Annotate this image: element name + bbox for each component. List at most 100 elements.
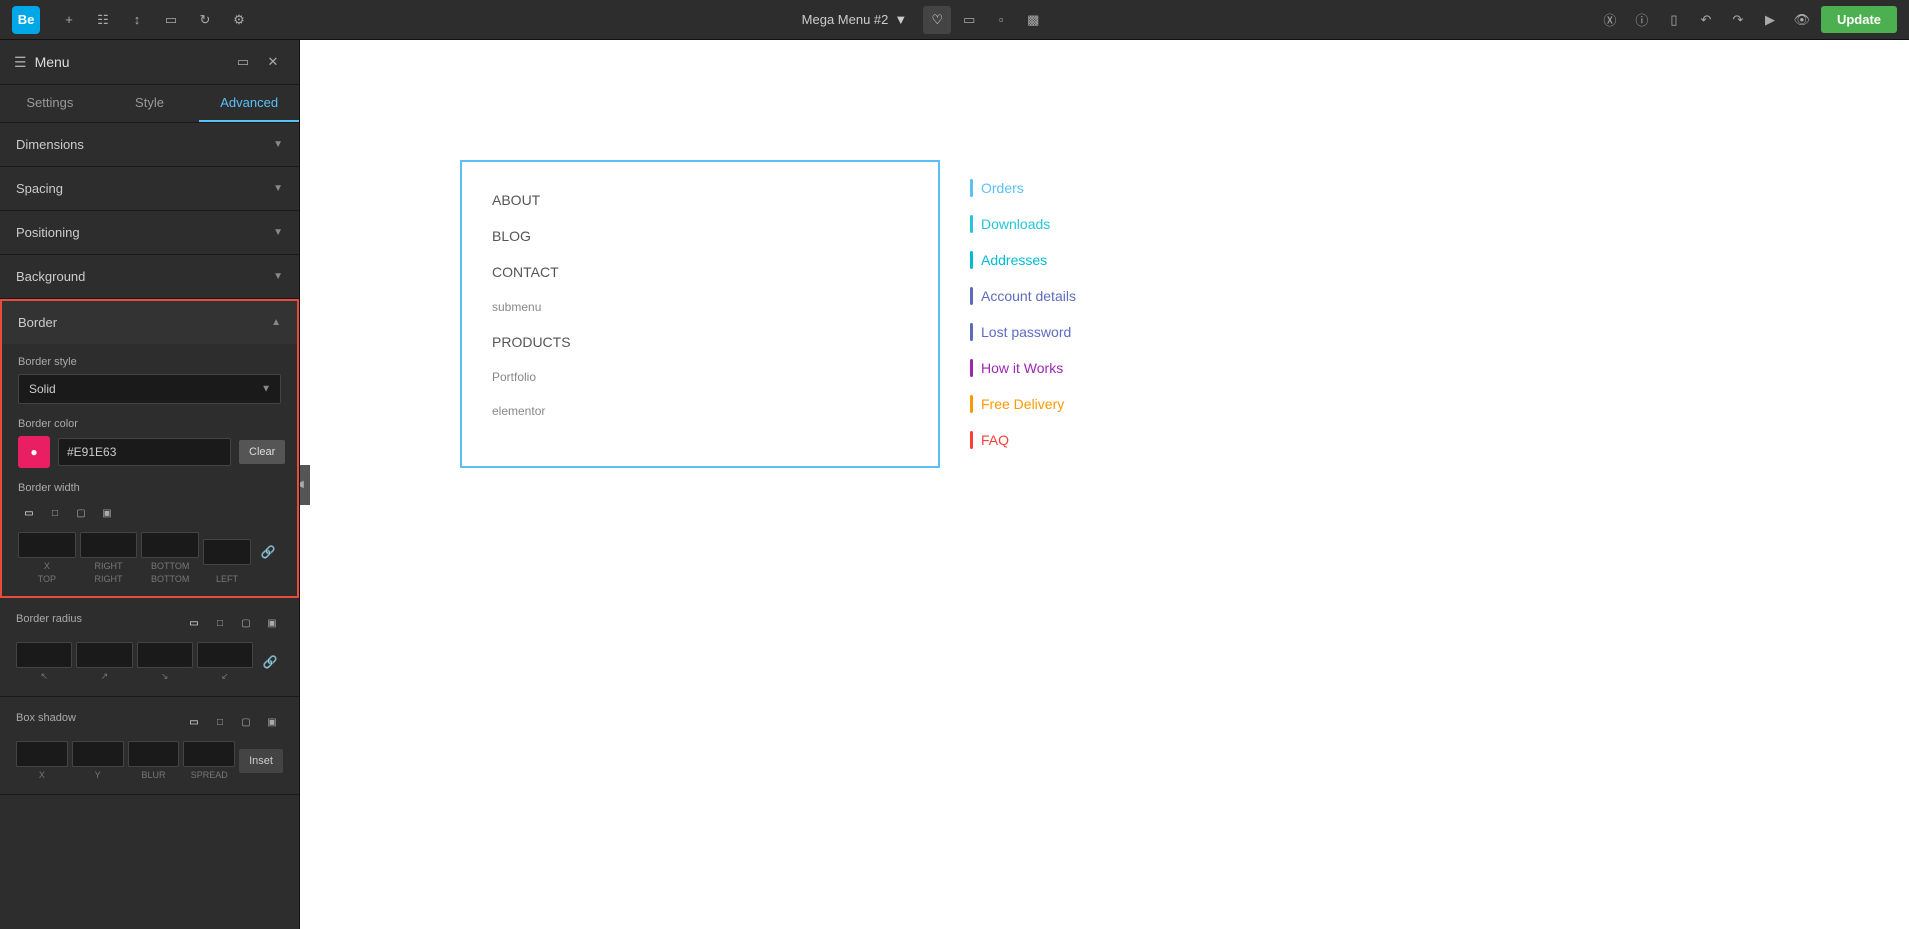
menu-item-about[interactable]: ABOUT — [492, 182, 908, 218]
radius-tl-input[interactable] — [16, 642, 72, 668]
clear-color-button[interactable]: Clear — [239, 440, 285, 464]
swap-icon[interactable]: ↕ — [124, 7, 150, 33]
settings-icon[interactable]: ⚙ — [226, 7, 252, 33]
shadow-y-input[interactable] — [72, 741, 124, 767]
menu-right-downloads-text: Downloads — [981, 216, 1050, 232]
expand-icon[interactable]: ▭ — [231, 50, 255, 74]
border-style-select[interactable]: Default None Solid Double Dotted Dashed … — [18, 374, 281, 404]
width-value-input[interactable]: 3px — [203, 539, 251, 565]
layout-icon[interactable]: ☷ — [90, 7, 116, 33]
menu-right-lostpassword[interactable]: Lost password — [970, 314, 1110, 350]
shadow-blur-label: BLUR — [141, 770, 165, 780]
menu-right-downloads[interactable]: Downloads — [970, 206, 1110, 242]
undo-icon[interactable]: ↶ — [1693, 7, 1719, 33]
width-top-input[interactable] — [18, 532, 76, 558]
document-title[interactable]: Mega Menu #2 ▼ — [802, 12, 908, 27]
radius-unit-all-icon[interactable]: ▭ — [183, 612, 205, 634]
radius-tl-corner: ↖ — [40, 671, 48, 682]
menu-item-submenu[interactable]: submenu — [492, 290, 908, 324]
shadow-y-label: Y — [95, 770, 101, 780]
width-bottom-input[interactable] — [141, 532, 199, 558]
tab-style[interactable]: Style — [100, 85, 200, 122]
responsive-icon[interactable]: ▭ — [158, 7, 184, 33]
radius-bl-group: ↙ — [197, 642, 253, 682]
border-radius-inputs: ↖ ↗ ↘ ↙ 🔗 — [16, 642, 283, 682]
width-right-input[interactable] — [80, 532, 138, 558]
desktop-icon[interactable]: ♡ — [923, 6, 951, 34]
help-icon[interactable]: ⓘ — [1629, 7, 1655, 33]
tablet-icon[interactable]: ▭ — [955, 6, 983, 34]
radius-unit-top-icon[interactable]: □ — [209, 612, 231, 634]
link-width-icon[interactable]: 🔗 — [255, 539, 281, 565]
layers-icon[interactable]: ▯ — [1661, 7, 1687, 33]
border-radius-section: Border radius ▭ □ ▢ ▣ ↖ ↗ — [0, 598, 299, 697]
unit-all-icon[interactable]: ▭ — [18, 502, 40, 524]
spacing-label: Spacing — [16, 181, 63, 196]
positioning-chevron-icon: ▼ — [273, 227, 283, 238]
menu-right-orders[interactable]: Orders — [970, 170, 1110, 206]
history-icon[interactable]: ↻ — [192, 7, 218, 33]
shadow-unit-top-icon[interactable]: □ — [209, 711, 231, 733]
radius-tr-input[interactable] — [76, 642, 132, 668]
menu-right-freedelivery[interactable]: Free Delivery — [970, 386, 1110, 422]
preview-icon[interactable]: ▶ — [1757, 7, 1783, 33]
color-swatch[interactable]: ● — [18, 436, 50, 468]
menu-right-account[interactable]: Account details — [970, 278, 1110, 314]
unit-top-icon[interactable]: □ — [44, 502, 66, 524]
radius-unit-corner-icon[interactable]: ▢ — [235, 612, 257, 634]
link-radius-icon[interactable]: 🔗 — [257, 649, 283, 675]
menu-lines-icon: ☰ — [14, 54, 27, 71]
update-button[interactable]: Update — [1821, 6, 1897, 33]
tab-settings[interactable]: Settings — [0, 85, 100, 122]
menu-item-elementor[interactable]: elementor — [492, 394, 908, 428]
positioning-header[interactable]: Positioning ▼ — [0, 211, 299, 254]
background-header[interactable]: Background ▼ — [0, 255, 299, 298]
radius-unit-side-icon[interactable]: ▣ — [261, 612, 283, 634]
menu-item-portfolio[interactable]: Portfolio — [492, 360, 908, 394]
box-shadow-inputs: X Y BLUR SPREAD Inset — [16, 741, 283, 780]
radius-bl-input[interactable] — [197, 642, 253, 668]
add-icon[interactable]: + — [56, 7, 82, 33]
radius-br-input[interactable] — [137, 642, 193, 668]
unit-corner-icon[interactable]: ▢ — [70, 502, 92, 524]
border-section: Border ▲ Border style Default None Solid… — [0, 299, 299, 598]
shadow-x-input[interactable] — [16, 741, 68, 767]
mobile-icon[interactable]: ▫ — [987, 6, 1015, 34]
width-right-group: RIGHT — [80, 532, 138, 571]
sidebar: ☰ Menu ▭ ✕ Settings Style Advanced Dimen… — [0, 40, 300, 929]
inset-button[interactable]: Inset — [239, 749, 283, 773]
menu-right-howitworks[interactable]: How it Works — [970, 350, 1110, 386]
unit-side-icon[interactable]: ▣ — [96, 502, 118, 524]
menu-right-addresses[interactable]: Addresses — [970, 242, 1110, 278]
shadow-blur-input[interactable] — [128, 741, 180, 767]
shadow-unit-all-icon[interactable]: ▭ — [183, 711, 205, 733]
spacing-header[interactable]: Spacing ▼ — [0, 167, 299, 210]
shadow-unit-side-icon[interactable]: ▣ — [261, 711, 283, 733]
background-section: Background ▼ — [0, 255, 299, 299]
wordpress-icon[interactable]: Ⓧ — [1597, 7, 1623, 33]
border-section-header[interactable]: Border ▲ — [2, 301, 297, 344]
color-input[interactable]: #E91E63 — [58, 438, 231, 466]
device-icons: ♡ ▭ ▫ ▩ — [923, 6, 1047, 34]
menu-right-faq[interactable]: FAQ — [970, 422, 1110, 458]
sidebar-header: ☰ Menu ▭ ✕ — [0, 40, 299, 85]
document-title-text: Mega Menu #2 — [802, 12, 889, 27]
mobile-portrait-icon[interactable]: ▩ — [1019, 6, 1047, 34]
menu-item-products[interactable]: PRODUCTS — [492, 324, 908, 360]
dimensions-section: Dimensions ▼ — [0, 123, 299, 167]
tab-advanced[interactable]: Advanced — [199, 85, 299, 122]
menu-item-blog[interactable]: BLOG — [492, 218, 908, 254]
shadow-spread-input[interactable] — [183, 741, 235, 767]
border-width-label: Border width — [18, 482, 281, 494]
collapse-sidebar-button[interactable]: ◀ — [300, 465, 310, 505]
menu-right-howitworks-text: How it Works — [981, 360, 1063, 376]
sidebar-tabs: Settings Style Advanced — [0, 85, 299, 123]
redo-icon[interactable]: ↷ — [1725, 7, 1751, 33]
dimensions-header[interactable]: Dimensions ▼ — [0, 123, 299, 166]
close-icon[interactable]: ✕ — [261, 50, 285, 74]
eye-icon[interactable]: 👁 — [1789, 7, 1815, 33]
shadow-unit-corner-icon[interactable]: ▢ — [235, 711, 257, 733]
menu-item-contact[interactable]: CONTACT — [492, 254, 908, 290]
border-chevron-icon: ▲ — [271, 317, 281, 328]
positioning-label: Positioning — [16, 225, 80, 240]
